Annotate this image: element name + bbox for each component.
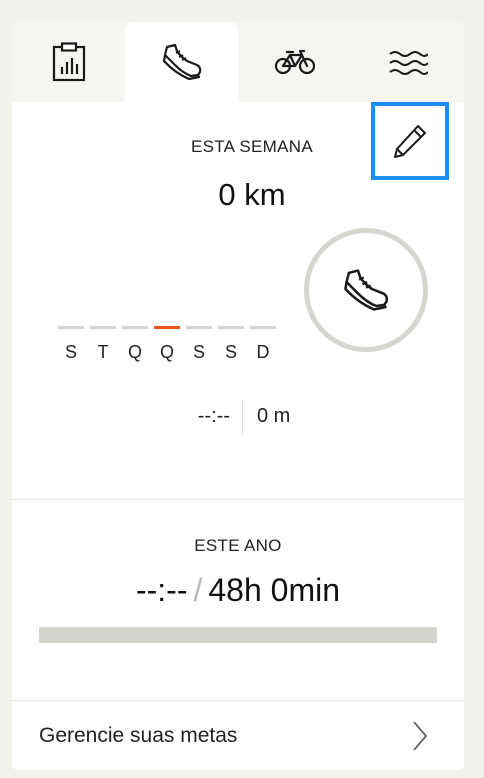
section-divider	[12, 499, 464, 500]
day-item: Q	[154, 326, 182, 363]
tab-run[interactable]	[125, 22, 238, 102]
run-goals-panel: ESTA SEMANA 0 km S T Q Q S S D --:-- 0 m…	[12, 102, 464, 770]
week-distance: 0 km	[218, 177, 286, 212]
stat-divider	[242, 399, 243, 437]
year-current: --:--	[135, 572, 188, 608]
year-separator: /	[193, 572, 203, 608]
chevron-right-icon	[413, 720, 427, 751]
year-value: --:--/48h 0min	[12, 572, 464, 609]
running-shoe-icon	[344, 269, 389, 311]
year-progress-bar	[39, 627, 437, 643]
clipboard-chart-icon	[52, 42, 85, 82]
week-elevation: 0 m	[257, 405, 291, 427]
day-item: T	[90, 326, 118, 363]
day-item: S	[58, 326, 86, 363]
week-label: ESTA SEMANA	[190, 137, 314, 156]
day-item: Q	[122, 326, 150, 363]
day-item: S	[218, 326, 246, 363]
weekday-strip: S T Q Q S S D	[58, 326, 290, 376]
running-shoe-icon	[162, 43, 201, 81]
bicycle-icon	[274, 49, 315, 75]
weekly-progress-ring	[304, 228, 428, 352]
week-time: --:--	[197, 405, 230, 427]
day-item: S	[186, 326, 214, 363]
tab-ride[interactable]	[238, 22, 351, 102]
goals-card: ESTA SEMANA 0 km S T Q Q S S D --:-- 0 m…	[12, 22, 464, 770]
sport-tabs	[12, 22, 464, 102]
waves-icon	[388, 51, 428, 75]
year-label: ESTE ANO	[194, 536, 282, 555]
year-goal: 48h 0min	[208, 572, 341, 608]
tab-summary[interactable]	[12, 22, 125, 102]
day-item: D	[250, 326, 278, 363]
manage-goals-row[interactable]: Gerencie suas metas	[12, 701, 464, 770]
tab-swim[interactable]	[351, 22, 464, 102]
manage-goals-label: Gerencie suas metas	[39, 723, 238, 747]
